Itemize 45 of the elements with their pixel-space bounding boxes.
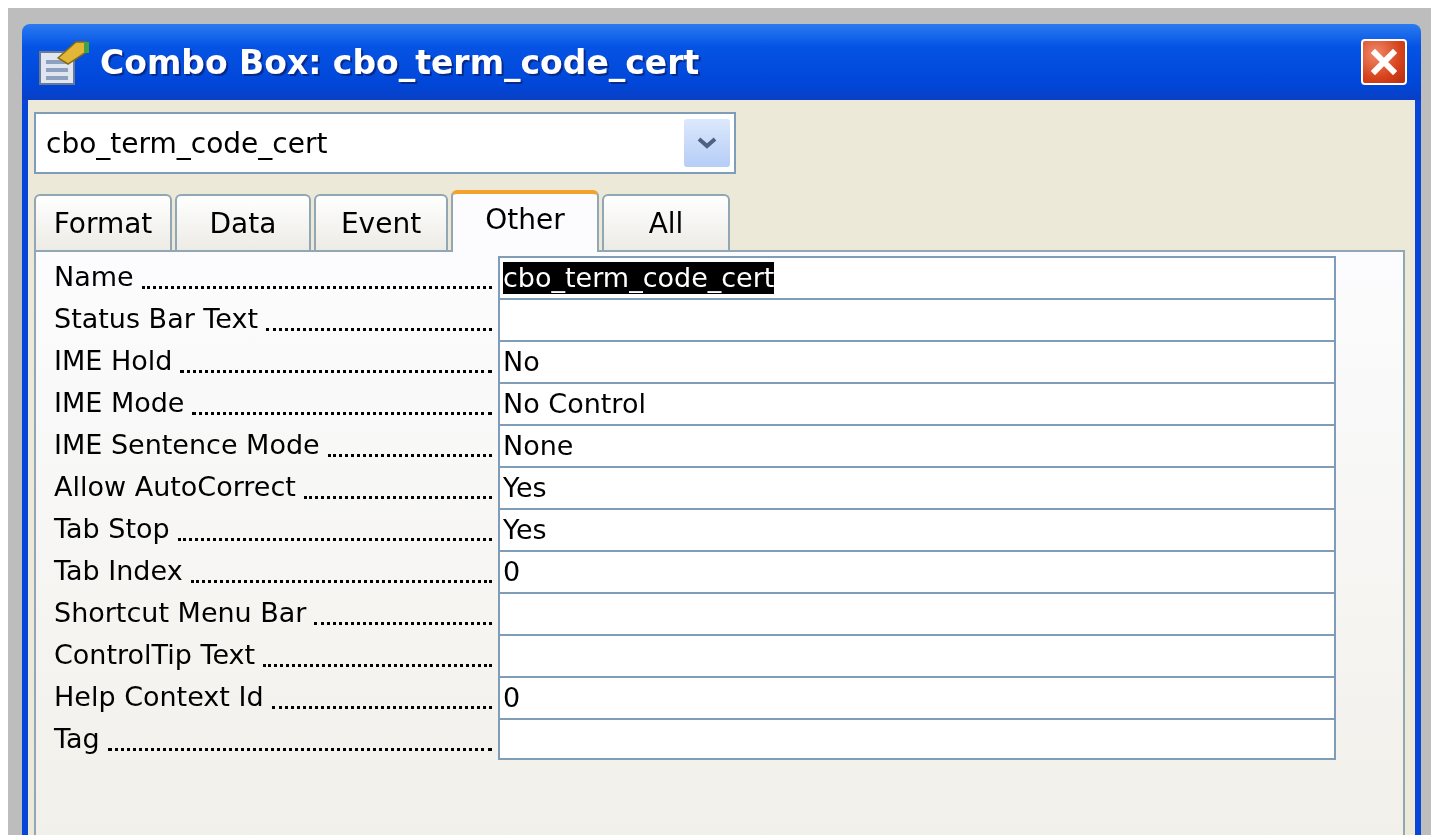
property-value-field[interactable] bbox=[498, 592, 1336, 634]
property-label: Status Bar Text bbox=[54, 304, 258, 334]
property-label: IME Mode bbox=[54, 388, 185, 418]
chevron-down-icon bbox=[696, 136, 718, 150]
property-value-field[interactable]: 0 bbox=[498, 550, 1336, 592]
property-label: Shortcut Menu Bar bbox=[54, 598, 307, 628]
property-value: No Control bbox=[503, 387, 646, 421]
property-value: Yes bbox=[503, 471, 547, 505]
property-value: No bbox=[503, 345, 540, 379]
property-value-field[interactable] bbox=[498, 298, 1336, 340]
property-label: Tag bbox=[54, 724, 100, 754]
property-value: 0 bbox=[503, 555, 521, 589]
property-label: Name bbox=[54, 262, 134, 292]
property-value-field[interactable]: No bbox=[498, 340, 1336, 382]
dropdown-button[interactable] bbox=[684, 119, 730, 167]
property-value-field[interactable]: cbo_term_code_cert bbox=[498, 256, 1336, 298]
property-value-field[interactable]: None bbox=[498, 424, 1336, 466]
tab[interactable]: Other bbox=[451, 190, 599, 252]
property-label: Help Context Id bbox=[54, 682, 264, 712]
window-title: Combo Box: cbo_term_code_cert bbox=[100, 42, 701, 82]
object-dropdown[interactable]: cbo_term_code_cert bbox=[34, 112, 736, 174]
property-label: IME Hold bbox=[54, 346, 173, 376]
tab[interactable]: All bbox=[602, 194, 730, 250]
property-value: cbo_term_code_cert bbox=[503, 261, 775, 295]
property-value-field[interactable] bbox=[498, 634, 1336, 676]
property-value-field[interactable]: No Control bbox=[498, 382, 1336, 424]
property-value-field[interactable]: 0 bbox=[498, 676, 1336, 718]
property-value-field[interactable] bbox=[498, 718, 1336, 760]
tab[interactable]: Data bbox=[175, 194, 311, 250]
property-label: Allow AutoCorrect bbox=[54, 472, 296, 502]
property-value: None bbox=[503, 429, 574, 463]
dropdown-value: cbo_term_code_cert bbox=[46, 126, 329, 160]
property-label: Tab Index bbox=[54, 556, 183, 586]
properties-icon bbox=[38, 38, 90, 86]
property-label: IME Sentence Mode bbox=[54, 430, 320, 460]
property-label: Tab Stop bbox=[54, 514, 170, 544]
property-value-field[interactable]: Yes bbox=[498, 466, 1336, 508]
close-button[interactable] bbox=[1361, 39, 1407, 85]
tab[interactable]: Event bbox=[314, 194, 448, 250]
property-value-field[interactable]: Yes bbox=[498, 508, 1336, 550]
close-icon bbox=[1371, 49, 1397, 75]
property-value: 0 bbox=[503, 681, 521, 715]
property-value: Yes bbox=[503, 513, 547, 547]
tab[interactable]: Format bbox=[34, 194, 172, 250]
property-label: ControlTip Text bbox=[54, 640, 256, 670]
